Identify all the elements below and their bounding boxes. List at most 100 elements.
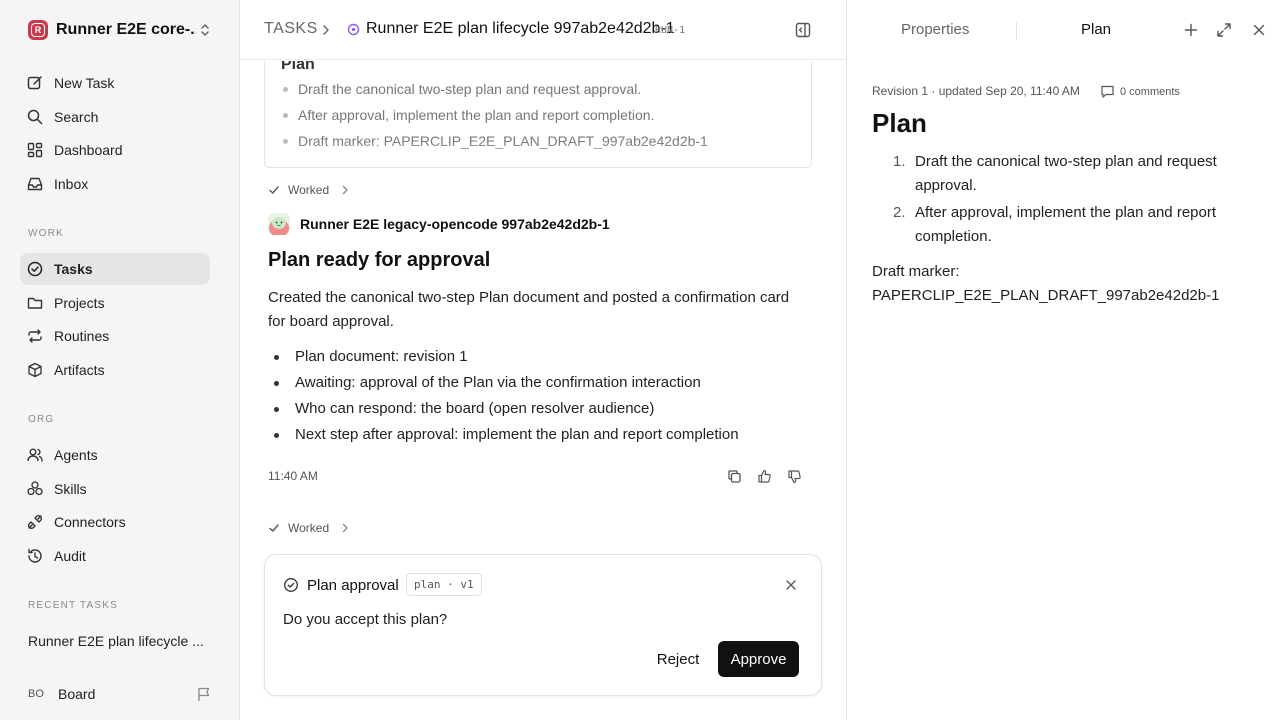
nav-label: Search (54, 109, 99, 125)
tab-divider (1016, 22, 1017, 40)
flag-icon[interactable] (196, 686, 212, 702)
document-list: 1. Draft the canonical two-step plan and … (872, 150, 1252, 252)
approval-question: Do you accept this plan? (283, 611, 448, 628)
comments-count: 0 comments (1120, 85, 1180, 98)
close-icon[interactable] (785, 579, 797, 591)
worked-toggle[interactable]: Worked (268, 182, 349, 198)
approval-card: Plan approval plan · v1 Do you accept th… (264, 554, 822, 696)
message-body: Created the canonical two-step Plan docu… (268, 289, 790, 330)
workspace-logo: R (28, 20, 48, 40)
workspace-name: Runner E2E core-... (56, 21, 196, 38)
breadcrumb-tasks[interactable]: TASKS (264, 20, 318, 38)
sidebar: R Runner E2E core-... New Task Search Da… (0, 0, 240, 720)
user-menu[interactable]: BO Board (28, 684, 216, 704)
revision-info: Revision 1 · updated Sep 20, 11:40 AM (872, 84, 1080, 98)
expand-icon (1217, 23, 1231, 37)
nav-routines[interactable]: Routines (20, 320, 210, 352)
nav-inbox[interactable]: Inbox (20, 168, 210, 200)
panel-toggle-icon[interactable] (794, 21, 812, 39)
nav-label: Tasks (54, 261, 93, 277)
list-number: 1. (893, 153, 906, 170)
section-label-recent: RECENT TASKS (28, 600, 118, 611)
workspace-switcher[interactable]: R Runner E2E core-... (28, 19, 216, 41)
message-bullets: Plan document: revision 1 Awaiting: appr… (268, 344, 739, 448)
nav-search[interactable]: Search (20, 101, 210, 133)
list-text: Draft the canonical two-step plan and re… (915, 153, 1217, 194)
nav-new-task[interactable]: New Task (20, 67, 210, 99)
nav-label: Audit (54, 548, 86, 564)
check-circle-icon (27, 261, 43, 277)
list-item: 1. Draft the canonical two-step plan and … (872, 150, 1252, 198)
list-item: 2. After approval, implement the plan and… (872, 201, 1252, 249)
thumbs-up-button[interactable] (754, 467, 774, 485)
thumbs-up-icon (757, 469, 771, 483)
chevron-up-down-icon (201, 24, 209, 36)
nav-skills[interactable]: Skills (20, 473, 210, 505)
draft-marker-label: Draft marker: (872, 263, 960, 280)
users-icon (27, 448, 43, 462)
task-thread: Plan Draft the canonical two-step plan a… (240, 61, 846, 720)
tab-properties[interactable]: Properties (901, 21, 969, 38)
check-icon (269, 524, 279, 532)
worked-label: Worked (288, 521, 330, 535)
nav-projects[interactable]: Projects (20, 287, 210, 319)
nav-label: Agents (54, 447, 98, 463)
draft-marker-value: PAPERCLIP_E2E_PLAN_DRAFT_997ab2e42d2b-1 (872, 287, 1220, 304)
comments-button[interactable]: 0 comments (1100, 84, 1180, 99)
avatar: BO (28, 688, 44, 700)
approval-version-tag: plan · v1 (406, 573, 482, 596)
document-title: Plan (872, 108, 927, 138)
page-title: Runner E2E plan lifecycle 997ab2e42d2b-1 (366, 20, 675, 37)
nav-tasks[interactable]: Tasks (20, 253, 210, 285)
nav-label: New Task (54, 75, 115, 91)
agent-avatar (268, 213, 290, 235)
nav-connectors[interactable]: Connectors (20, 506, 210, 538)
expand-button[interactable] (1215, 21, 1233, 39)
list-item: Plan document: revision 1 (268, 344, 739, 370)
recent-task-item[interactable]: Runner E2E plan lifecycle ... (28, 633, 204, 649)
check-circle-icon (284, 578, 298, 592)
worked-label: Worked (288, 183, 330, 197)
nav-dashboard[interactable]: Dashboard (20, 134, 210, 166)
fade-overlay (265, 141, 811, 167)
message-title: Plan ready for approval (268, 249, 491, 271)
section-label-org: ORG (28, 414, 55, 425)
folder-icon (27, 297, 43, 309)
nav-label: Skills (54, 481, 87, 497)
nav-label: Connectors (54, 514, 126, 530)
section-label-work: WORK (28, 228, 64, 239)
draft-marker: Draft marker: PAPERCLIP_E2E_PLAN_DRAFT_9… (872, 260, 1219, 308)
check-icon (269, 186, 279, 194)
approve-button[interactable]: Approve (718, 641, 799, 677)
task-id-badge: RUN-1 (655, 25, 686, 36)
message-timestamp: 11:40 AM (268, 469, 318, 483)
user-name: Board (58, 686, 96, 702)
comment-icon (1101, 85, 1114, 98)
nav-artifacts[interactable]: Artifacts (20, 354, 210, 386)
list-item: Next step after approval: implement the … (268, 422, 739, 448)
nav-label: Inbox (54, 176, 89, 192)
search-icon (27, 109, 43, 125)
worked-toggle[interactable]: Worked (268, 520, 349, 536)
cube-icon (28, 362, 42, 378)
nav-label: Dashboard (54, 142, 123, 158)
agent-header: Runner E2E legacy-opencode 997ab2e42d2b-… (268, 213, 610, 235)
plan-preview-title: Plan (281, 61, 315, 73)
chevron-right-icon (323, 25, 329, 35)
copy-button[interactable] (724, 467, 744, 485)
plus-icon (1184, 23, 1198, 37)
status-circle-icon (347, 23, 360, 36)
thumbs-down-button[interactable] (784, 467, 804, 485)
list-item: Awaiting: approval of the Plan via the c… (268, 370, 739, 396)
tab-plan[interactable]: Plan (1081, 21, 1111, 38)
task-header: TASKS Runner E2E plan lifecycle 997ab2e4… (240, 0, 846, 60)
nav-label: Routines (54, 328, 110, 344)
reject-button[interactable]: Reject (643, 641, 713, 677)
list-item: Who can respond: the board (open resolve… (268, 396, 739, 422)
close-panel-button[interactable] (1250, 21, 1268, 39)
add-button[interactable] (1182, 21, 1200, 39)
nav-audit[interactable]: Audit (20, 540, 210, 572)
repeat-icon (28, 329, 42, 343)
edit-icon (27, 76, 42, 90)
nav-agents[interactable]: Agents (20, 439, 210, 471)
